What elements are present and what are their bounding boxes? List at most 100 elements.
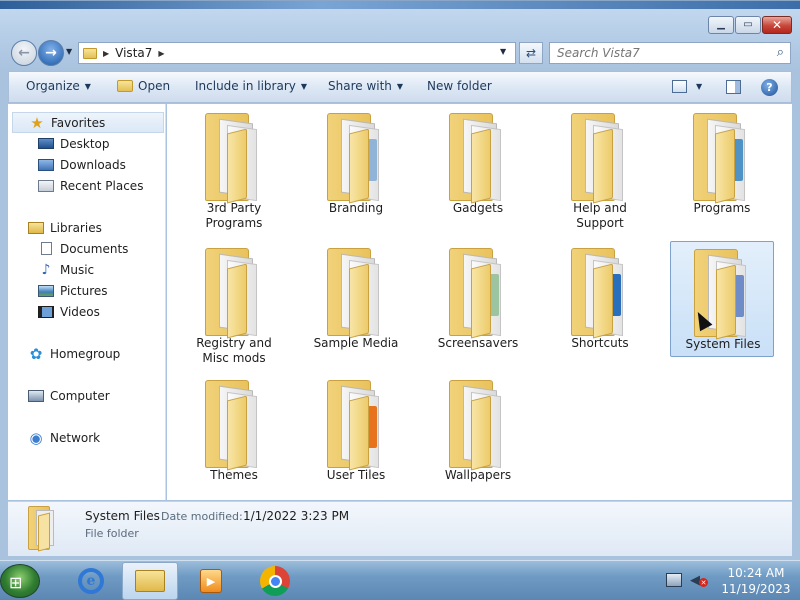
documents-icon — [40, 242, 52, 255]
nav-network[interactable]: ◉ Network — [28, 427, 100, 448]
taskbar: ⊞ e ▶ ◀ ✕ 10:24 AM 11/19/2023 — [0, 560, 800, 600]
computer-icon — [28, 389, 44, 402]
help-icon[interactable]: ? — [761, 79, 778, 96]
windows-logo-icon: ⊞ — [9, 573, 23, 592]
folder-item[interactable]: Screensavers — [426, 241, 530, 357]
taskbar-media-player[interactable]: ▶ — [183, 562, 239, 600]
change-view-icon[interactable] — [672, 80, 687, 93]
selected-folder-icon — [28, 506, 62, 552]
recent-places-icon — [38, 179, 54, 192]
network-tray-icon[interactable] — [666, 573, 682, 587]
close-icon: ✕ — [771, 18, 783, 32]
nav-pictures-label: Pictures — [60, 283, 108, 298]
folder-label: Wallpapers — [444, 468, 512, 482]
nav-desktop[interactable]: Desktop — [38, 133, 110, 154]
folder-label: Programs — [693, 201, 751, 215]
close-button[interactable]: ✕ — [762, 16, 792, 34]
nav-computer[interactable]: Computer — [28, 385, 110, 406]
folder-item[interactable]: Sample Media — [304, 241, 408, 357]
refresh-button[interactable]: ⇄ — [519, 42, 543, 64]
folder-icon — [327, 380, 393, 471]
videos-icon — [38, 305, 54, 318]
address-bar[interactable]: ▶ Vista7 ▶ — [78, 42, 516, 64]
new-folder-button[interactable]: New folder — [427, 79, 492, 93]
nav-pictures[interactable]: Pictures — [38, 280, 108, 301]
include-in-library-button[interactable]: Include in library ▼ — [195, 79, 307, 93]
details-type: File folder — [85, 527, 139, 540]
folder-label: 3rd Party Programs — [205, 201, 263, 230]
open-label: Open — [138, 79, 171, 93]
nav-network-label: Network — [50, 430, 101, 445]
share-with-button[interactable]: Share with ▼ — [328, 79, 403, 93]
back-button[interactable]: ← — [11, 40, 37, 66]
folder-label: Help and Support — [573, 201, 627, 230]
forward-arrow-icon: → — [45, 45, 57, 61]
window-title-bar[interactable] — [0, 1, 800, 9]
maximize-button[interactable]: ▭ — [735, 16, 761, 34]
taskbar-internet-explorer[interactable]: e — [63, 562, 119, 600]
nav-music[interactable]: ♪ Music — [38, 259, 95, 280]
open-button[interactable]: Open — [117, 79, 170, 93]
folder-item[interactable]: User Tiles — [304, 373, 408, 489]
explorer-window: ▁ ▭ ✕ ← → ▼ ▶ Vista7 ▶ ▼ ⇄ ⌕ Organize ▼ … — [0, 0, 800, 560]
folder-item[interactable]: Gadgets — [426, 106, 530, 222]
folder-icon — [449, 113, 515, 204]
search-input[interactable] — [557, 46, 757, 60]
folder-item[interactable]: Registry and Misc mods — [182, 241, 286, 365]
nav-music-label: Music — [60, 262, 95, 277]
clock-date[interactable]: 11/19/2023 — [716, 582, 796, 596]
folder-icon — [571, 248, 637, 339]
nav-videos[interactable]: Videos — [38, 301, 100, 322]
recent-pages-dropdown[interactable]: ▼ — [66, 47, 72, 56]
folder-icon — [205, 113, 271, 204]
nav-homegroup[interactable]: ✿ Homegroup — [28, 343, 121, 364]
folder-label: Shortcuts — [571, 336, 629, 350]
organize-button[interactable]: Organize ▼ — [26, 79, 91, 93]
file-list: 3rd Party Programs Branding Gadgets Help an… — [167, 104, 792, 500]
forward-button[interactable]: → — [38, 40, 64, 66]
folder-label: Registry and Misc mods — [196, 336, 272, 365]
folder-item[interactable]: Wallpapers — [426, 373, 530, 489]
minimize-button[interactable]: ▁ — [708, 16, 734, 34]
folder-icon — [83, 47, 97, 59]
folder-item[interactable]: 3rd Party Programs — [182, 106, 286, 230]
chevron-down-icon: ▼ — [300, 81, 308, 91]
refresh-icon: ⇄ — [525, 46, 537, 60]
nav-libraries-label: Libraries — [50, 220, 102, 235]
nav-downloads[interactable]: Downloads — [38, 154, 126, 175]
folder-item[interactable]: Branding — [304, 106, 408, 222]
nav-documents[interactable]: Documents — [38, 238, 128, 259]
clock-time[interactable]: 10:24 AM — [716, 566, 796, 580]
windows-explorer-icon — [135, 570, 165, 592]
search-box[interactable]: ⌕ — [549, 42, 791, 64]
nav-recent-places[interactable]: Recent Places — [38, 175, 143, 196]
nav-computer-label: Computer — [50, 388, 110, 403]
breadcrumb-vista7[interactable]: Vista7 — [115, 46, 152, 60]
folder-item[interactable]: Programs — [670, 106, 774, 222]
breadcrumb-arrow-icon[interactable]: ▶ — [158, 49, 164, 58]
chevron-down-icon: ▼ — [396, 81, 404, 91]
taskbar-chrome[interactable] — [247, 562, 303, 600]
nav-favorites[interactable]: ★ Favorites — [12, 112, 164, 133]
folder-item[interactable]: System Files — [670, 241, 774, 357]
search-icon[interactable]: ⌕ — [777, 45, 784, 60]
open-folder-icon — [117, 80, 133, 92]
start-button[interactable]: ⊞ — [0, 564, 40, 598]
taskbar-windows-explorer[interactable] — [122, 562, 178, 600]
homegroup-icon: ✿ — [29, 344, 43, 363]
folder-item[interactable]: Shortcuts — [548, 241, 652, 357]
folder-label: Screensavers — [437, 336, 519, 350]
network-icon: ◉ — [29, 428, 43, 447]
view-options-dropdown-icon[interactable]: ▼ — [696, 82, 702, 91]
nav-libraries[interactable]: Libraries — [28, 217, 102, 238]
folder-icon — [571, 113, 637, 204]
organize-label: Organize — [26, 79, 80, 93]
address-dropdown-icon[interactable]: ▼ — [500, 47, 506, 56]
breadcrumb-arrow-icon[interactable]: ▶ — [103, 49, 109, 58]
folder-item[interactable]: Themes — [182, 373, 286, 489]
folder-label: User Tiles — [326, 468, 386, 482]
preview-pane-icon[interactable] — [726, 80, 741, 94]
nav-favorites-label: Favorites — [51, 115, 106, 130]
folder-item[interactable]: Help and Support — [548, 106, 652, 230]
folder-label: Sample Media — [313, 336, 399, 350]
